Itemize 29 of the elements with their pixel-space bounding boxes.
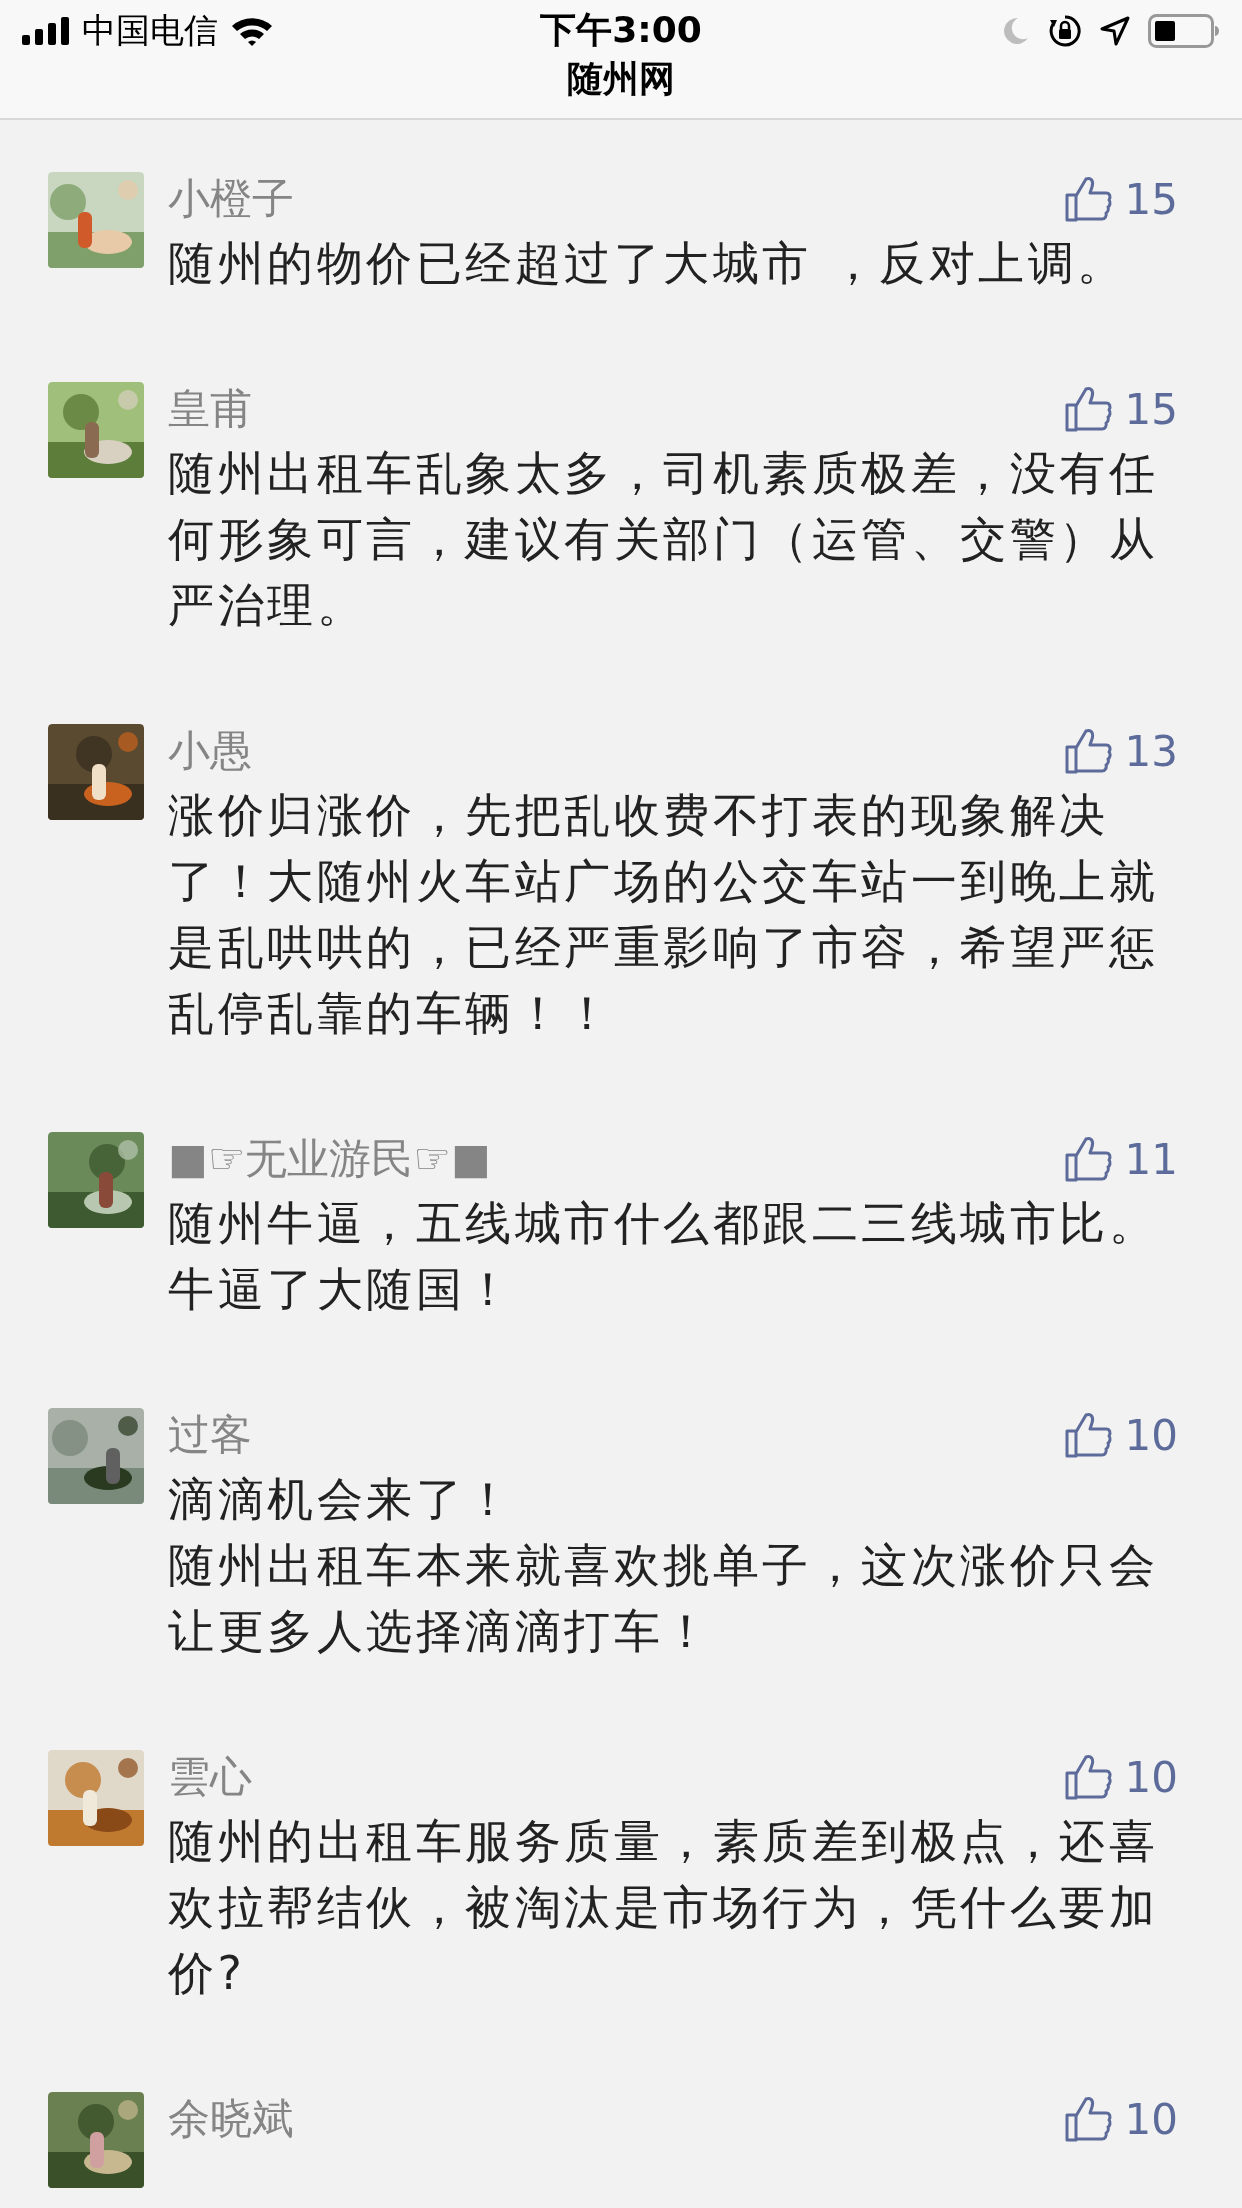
like-button[interactable]: 10 <box>1062 1410 1178 1460</box>
status-time: 下午3:00 <box>540 8 702 52</box>
like-button[interactable]: 15 <box>1062 174 1178 224</box>
like-button[interactable]: 15 <box>1062 384 1178 434</box>
comment-text: 随州的物价已经超过了大城市 ，反对上调。 <box>168 235 1128 292</box>
comment-text: 随州的出租车服务质量，素质差到极点，还喜欢拉帮结伙，被淘汰是市场行为，凭什么要加价? <box>168 1813 1159 2002</box>
signal-icon <box>22 17 70 45</box>
comment-text: 涨价归涨价，先把乱收费不打表的现象解决了！大随州火车站广场的公交车站一到晚上就是乱哄哄的，已经严重影响了市容，希望严惩乱停乱靠的车辆！！ <box>168 787 1159 1042</box>
commenter-name: 过客 <box>168 1409 252 1461</box>
commenter-name: ■☞无业游民☞■ <box>168 1133 491 1185</box>
comment-text: 滴滴机会来了！ <box>168 1471 516 1528</box>
wifi-icon <box>230 15 274 47</box>
like-button[interactable]: 10 <box>1062 2094 1178 2144</box>
comment-text: 随州出租车乱象太多，司机素质极差，没有任何形象可言，建议有关部门（运管、交警）从严治理。 <box>168 445 1159 634</box>
battery-icon <box>1148 14 1220 48</box>
comment-text: 随州出租车本来就喜欢挑单子，这次涨价只会让更多人选择滴滴打车！ <box>168 1537 1159 1660</box>
commenter-name: 皇甫 <box>168 383 252 435</box>
commenter-name: 小愚 <box>168 725 252 777</box>
comment-text: 随州牛逼，五线城市什么都跟二三线城市比。牛逼了大随国！ <box>168 1195 1159 1318</box>
carrier-name: 中国电信 <box>82 9 218 52</box>
like-button[interactable]: 11 <box>1062 1134 1178 1184</box>
like-button[interactable]: 13 <box>1062 726 1178 776</box>
rotation-lock-icon <box>1048 14 1082 48</box>
commenter-name: 余晓斌 <box>168 2093 294 2145</box>
commenter-name: 小橙子 <box>168 173 294 225</box>
page-title: 随州网 <box>567 57 675 101</box>
commenter-name: 雲心 <box>168 1751 252 1803</box>
location-arrow-icon <box>1100 16 1130 46</box>
like-button[interactable]: 10 <box>1062 1752 1178 1802</box>
